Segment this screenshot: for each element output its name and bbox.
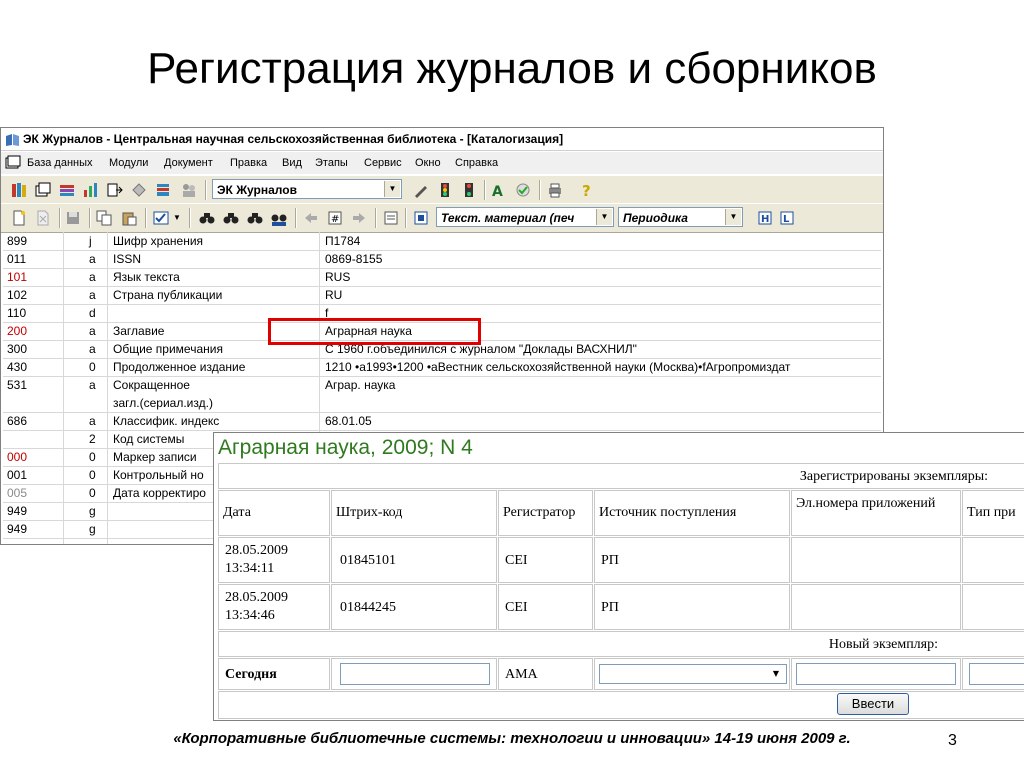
open-database-icon[interactable]: [35, 182, 51, 198]
window-title: ЭК Журналов - Центральная научная сельск…: [23, 132, 564, 146]
table-row[interactable]: 430 0 Продолженное издание 1210 •a1993•1200…: [3, 358, 881, 377]
table-row[interactable]: 011 a ISSN 0869-8155: [3, 250, 881, 269]
row1-source: РП: [594, 537, 790, 583]
source-select[interactable]: ▼: [599, 664, 787, 684]
menu-item-view[interactable]: Вид: [282, 152, 302, 174]
menu-item-database[interactable]: База данных: [27, 152, 93, 174]
menu-item-edit[interactable]: Правка: [230, 152, 267, 174]
arrow-right-icon[interactable]: [351, 210, 367, 226]
check-icon[interactable]: [515, 182, 531, 198]
row2-barcode: 01844245: [331, 584, 497, 630]
search-all-icon[interactable]: [271, 210, 287, 226]
table-row[interactable]: 531 a Сокращенное загл.(сериал.изд.) Агpap. …: [3, 376, 881, 413]
statistics-icon[interactable]: [83, 182, 99, 198]
barcode-input[interactable]: [340, 663, 490, 685]
new-registrar: AMA: [498, 658, 593, 690]
l-format-icon[interactable]: L: [779, 210, 795, 226]
toolbar-document: ▼ # Текст. материал (печ ▼ Периодика ▼ H…: [1, 203, 883, 233]
chevron-down-icon[interactable]: ▼: [768, 666, 784, 682]
copy-icon[interactable]: [96, 210, 112, 226]
menu-bar: База данных Модули Документ Правка Вид Э…: [1, 152, 883, 174]
export-icon[interactable]: [107, 182, 123, 198]
table-row[interactable]: 686 a Классифик. индекс 68.01.05: [3, 412, 881, 431]
svg-text:H: H: [761, 214, 769, 225]
type-input[interactable]: [969, 663, 1024, 685]
menu-item-modules[interactable]: Модули: [109, 152, 148, 174]
stack-icon[interactable]: [59, 182, 75, 198]
menu-item-service[interactable]: Сервис: [364, 152, 402, 174]
header-source: Источник поступления: [594, 490, 790, 536]
header-attachments: Эл.номера приложений: [791, 490, 961, 536]
window-titlebar: ЭК Журналов - Центральная научная сельск…: [1, 128, 883, 151]
slide-title: Регистрация журналов и сборников: [147, 44, 877, 93]
green-light-icon[interactable]: [461, 182, 477, 198]
new-document-icon[interactable]: [11, 210, 27, 226]
users-icon[interactable]: [181, 182, 197, 198]
chevron-down-icon[interactable]: ▼: [173, 213, 189, 229]
row1-barcode: 01845101: [331, 537, 497, 583]
database-combo[interactable]: ЭК Журналов ▼: [212, 179, 402, 199]
menu-item-stages[interactable]: Этапы: [315, 152, 348, 174]
print-icon[interactable]: [547, 182, 563, 198]
paste-icon[interactable]: [121, 210, 137, 226]
today-label: Сегодня: [218, 658, 330, 690]
header-type: Тип при: [962, 490, 1024, 536]
help-icon[interactable]: ?: [579, 182, 595, 200]
issue-title: Аграрная наука, 2009; N 4: [218, 436, 473, 459]
title-field-highlight: [268, 318, 481, 345]
save-icon[interactable]: [65, 210, 81, 226]
diamond-icon[interactable]: [131, 182, 147, 198]
books-icon[interactable]: [11, 182, 27, 198]
pen-icon[interactable]: [413, 182, 429, 198]
binoculars-icon[interactable]: [199, 210, 215, 226]
menu-item-help[interactable]: Справка: [455, 152, 498, 174]
form-icon[interactable]: [383, 210, 399, 226]
row2-datetime: 28.05.2009 13:34:46: [218, 584, 330, 630]
arrow-left-icon[interactable]: [303, 210, 319, 226]
new-copy-caption: Новый экземпляр:: [218, 631, 1024, 657]
chevron-down-icon[interactable]: ▼: [596, 209, 612, 225]
header-barcode: Штрих-код: [331, 490, 497, 536]
svg-text:A: A: [492, 184, 503, 198]
table-row[interactable]: 899 j Шифр хранения П1784: [3, 232, 881, 251]
toolbar-main: ЭК Журналов ▼ A ?: [1, 175, 883, 205]
attachments-input[interactable]: [796, 663, 956, 685]
font-style-icon[interactable]: A: [491, 182, 507, 200]
header-date: Дата: [218, 490, 330, 536]
registered-caption: Зарегистрированы экземпляры:: [218, 463, 1024, 489]
row1-registrar: CEI: [498, 537, 593, 583]
svg-text:L: L: [783, 214, 790, 225]
traffic-light-icon[interactable]: [437, 182, 453, 198]
menu-item-window[interactable]: Окно: [415, 152, 441, 174]
app-book-icon: [5, 132, 20, 154]
slide-footer: «Корпоративные библиотечные системы: тех…: [173, 730, 851, 747]
row2-source: РП: [594, 584, 790, 630]
check-document-icon[interactable]: [153, 210, 169, 226]
h-format-icon[interactable]: H: [757, 210, 773, 226]
row1-datetime: 28.05.2009 13:34:11: [218, 537, 330, 583]
row2-registrar: CEI: [498, 584, 593, 630]
search-next-icon[interactable]: [247, 210, 263, 226]
menu-item-document[interactable]: Документ: [164, 152, 213, 174]
table-row[interactable]: 101 a Язык текста RUS: [3, 268, 881, 287]
issue-registration-panel: Аграрная наука, 2009; N 4 Зарегистрирова…: [213, 432, 1024, 721]
enter-button[interactable]: Ввести: [837, 693, 909, 715]
header-registrar: Регистратор: [498, 490, 593, 536]
table-row[interactable]: 102 a Страна публикации RU: [3, 286, 881, 305]
svg-text:?: ?: [582, 182, 591, 198]
svg-text:#: #: [331, 214, 339, 225]
chevron-down-icon[interactable]: ▼: [384, 181, 400, 197]
preview-icon[interactable]: [413, 210, 429, 226]
delete-document-icon[interactable]: [35, 210, 51, 226]
catalog-stack-icon[interactable]: [155, 182, 171, 198]
chevron-down-icon[interactable]: ▼: [725, 209, 741, 225]
search-prev-icon[interactable]: [223, 210, 239, 226]
publication-type-combo[interactable]: Периодика ▼: [618, 207, 743, 227]
material-type-combo[interactable]: Текст. материал (печ ▼: [436, 207, 614, 227]
page-number: 3: [948, 732, 957, 749]
record-number-icon[interactable]: #: [327, 210, 343, 226]
